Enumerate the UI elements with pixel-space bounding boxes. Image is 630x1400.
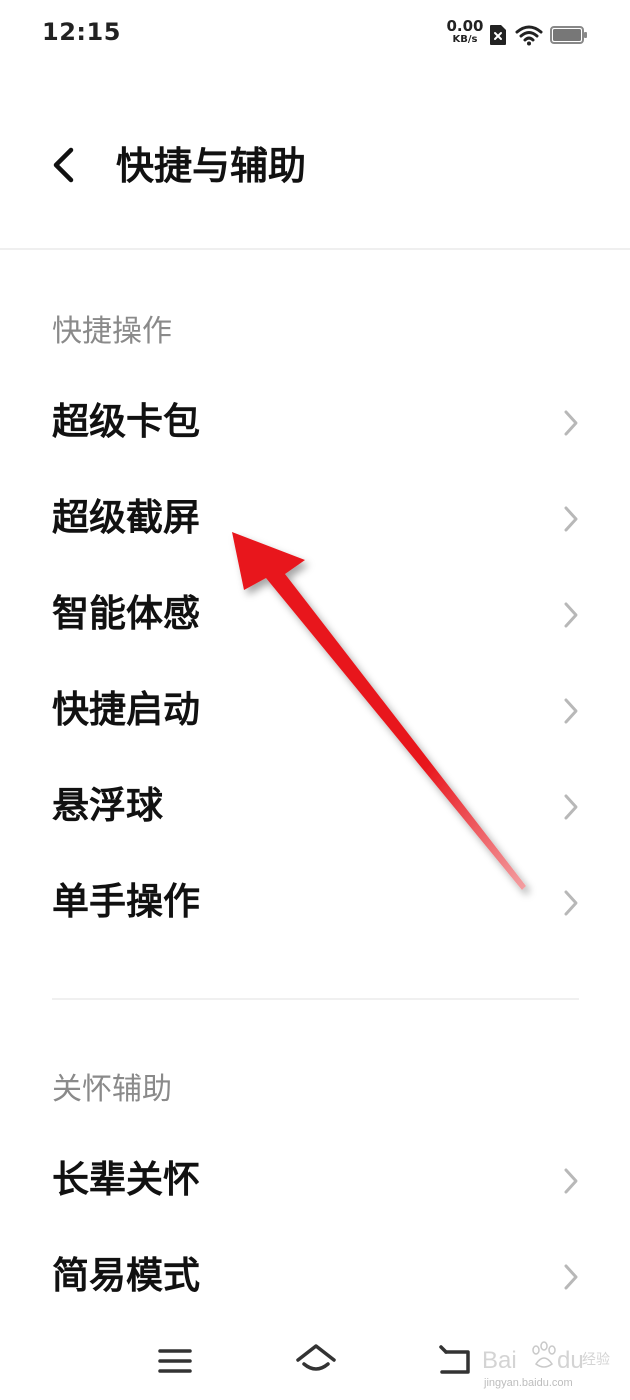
chevron-right-icon <box>564 1264 578 1290</box>
list-item-smart-motion[interactable]: 智能体感 <box>0 566 630 662</box>
list-item-label: 长辈关怀 <box>52 1158 200 1201</box>
list-item-elder-care[interactable]: 长辈关怀 <box>0 1132 630 1228</box>
list-item-label: 智能体感 <box>52 592 200 635</box>
back-button[interactable] <box>40 138 90 192</box>
list-item-super-screenshot[interactable]: 超级截屏 <box>0 470 630 566</box>
home-icon[interactable] <box>295 1338 337 1384</box>
list-item-simple-mode[interactable]: 简易模式 <box>0 1228 630 1324</box>
list-item-floating-ball[interactable]: 悬浮球 <box>0 758 630 854</box>
back-icon[interactable] <box>436 1338 474 1384</box>
network-speed-value: 0.00 <box>446 17 484 35</box>
list-item-label: 单手操作 <box>52 880 200 923</box>
svg-text:du: du <box>557 1347 584 1374</box>
battery-icon <box>550 26 587 44</box>
list-item-label: 快捷启动 <box>52 688 200 731</box>
header: 快捷与辅助 <box>0 118 630 214</box>
status-bar: 12:15 0.00 KB/s <box>0 0 630 70</box>
list-item-quick-launch[interactable]: 快捷启动 <box>0 662 630 758</box>
chevron-right-icon <box>564 410 578 436</box>
menu-icon[interactable] <box>158 1338 192 1384</box>
status-time: 12:15 <box>42 18 121 46</box>
chevron-left-icon <box>53 147 74 183</box>
chevron-right-icon <box>564 890 578 916</box>
watermark-url: jingyan.baidu.com <box>484 1377 573 1389</box>
page-title: 快捷与辅助 <box>116 144 307 188</box>
header-divider <box>0 248 630 250</box>
svg-text:经验: 经验 <box>582 1352 610 1368</box>
wifi-icon <box>515 25 543 46</box>
list-item-one-hand-mode[interactable]: 单手操作 <box>0 854 630 950</box>
list-item-label: 超级截屏 <box>52 496 200 539</box>
section-title-care-assist: 关怀辅助 <box>52 1072 172 1107</box>
svg-text:Bai: Bai <box>482 1347 517 1374</box>
chevron-right-icon <box>564 506 578 532</box>
network-speed: 0.00 KB/s <box>444 19 486 47</box>
chevron-right-icon <box>564 1168 578 1194</box>
list-item-label: 简易模式 <box>52 1254 200 1297</box>
section-title-shortcuts: 快捷操作 <box>52 314 172 349</box>
network-speed-unit: KB/s <box>452 34 478 45</box>
list-item-label: 悬浮球 <box>52 784 163 827</box>
chevron-right-icon <box>564 602 578 628</box>
chevron-right-icon <box>564 698 578 724</box>
list-item-super-card-pack[interactable]: 超级卡包 <box>0 374 630 470</box>
section-divider <box>52 998 579 1000</box>
list-item-label: 超级卡包 <box>52 400 200 443</box>
chevron-right-icon <box>564 794 578 820</box>
sim-error-icon <box>490 25 506 45</box>
